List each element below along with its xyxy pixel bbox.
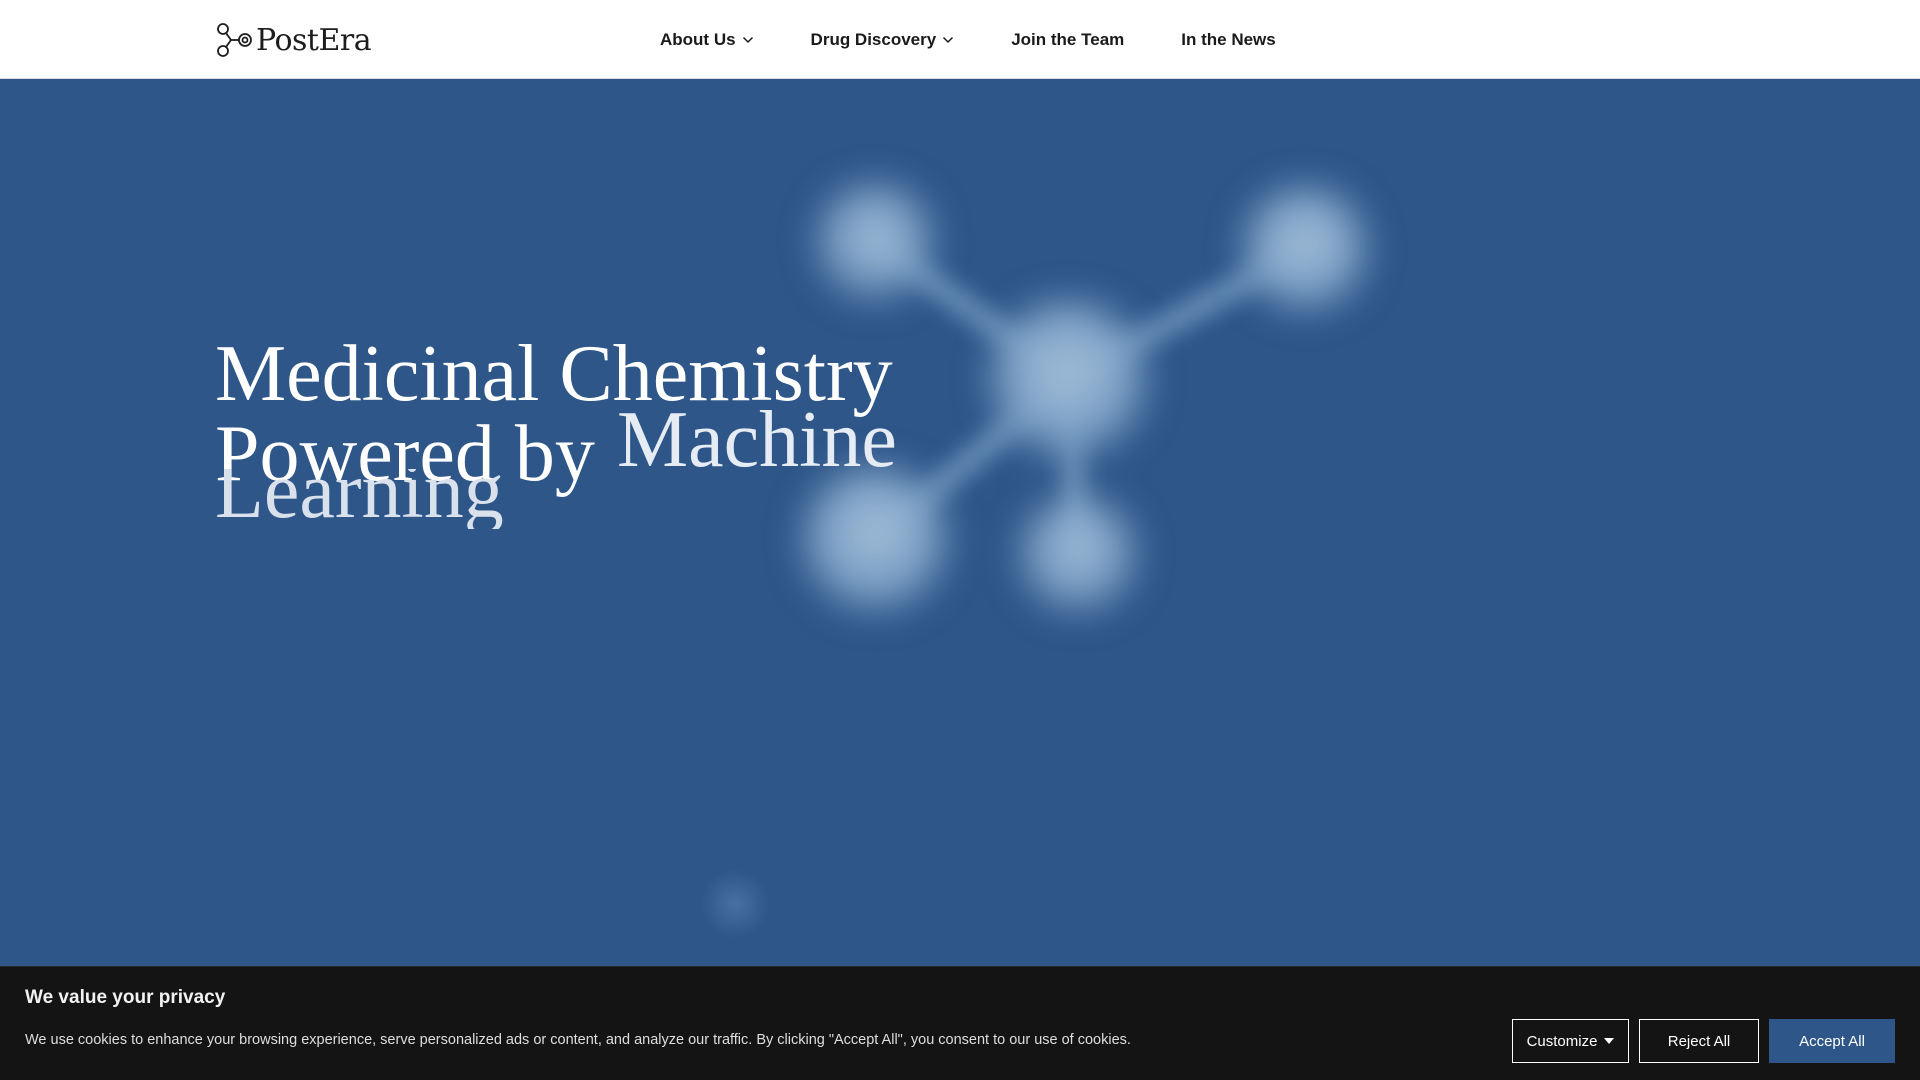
nav-label: In the News [1181,29,1276,49]
customize-button[interactable]: Customize [1512,1019,1629,1063]
cookie-description: We use cookies to enhance your browsing … [25,1032,1131,1048]
nav-label: Join the Team [1011,29,1125,49]
chevron-down-icon [742,36,753,43]
reject-label: Reject All [1667,1032,1731,1050]
nav-in-the-news[interactable]: In the News [1181,30,1275,50]
decorative-dot [700,869,770,939]
nav-label: About Us [660,29,736,49]
headline-word-machine: Machine [617,396,897,484]
cookie-actions: Customize Reject All Accept All [1512,1019,1895,1063]
postera-logo-icon [217,23,252,57]
customize-label: Customize [1526,1032,1598,1050]
chevron-down-icon [943,36,954,43]
headline-line-3: Learning [215,469,504,529]
logo-text: PostEra [256,22,372,58]
accept-label: Accept All [1799,1032,1865,1050]
nav-join-the-team[interactable]: Join the Team [1011,30,1124,50]
nav-drug-discovery[interactable]: Drug Discovery [811,30,955,50]
cookie-title: We value your privacy [25,987,226,1008]
caret-down-icon [1604,1038,1615,1044]
logo[interactable]: PostEra [214,20,372,60]
nav-label: Drug Discovery [810,29,937,49]
hero-section: Medicinal Chemistry Powered by Machine L… [0,79,1920,1080]
site-header: PostEra About Us Drug Discovery Join the… [0,0,1920,79]
cookie-consent-banner: We value your privacy We use cookies to … [0,966,1920,1080]
nav-about-us[interactable]: About Us [660,30,754,50]
molecule-graphic [803,184,1367,612]
headline-word-learning: Learning [215,469,504,529]
hero-headline: Medicinal Chemistry Powered by Machine L… [215,334,935,529]
reject-all-button[interactable]: Reject All [1639,1019,1759,1063]
main-nav: About Us Drug Discovery Join the Team In… [660,0,1276,79]
accept-all-button[interactable]: Accept All [1769,1019,1895,1063]
